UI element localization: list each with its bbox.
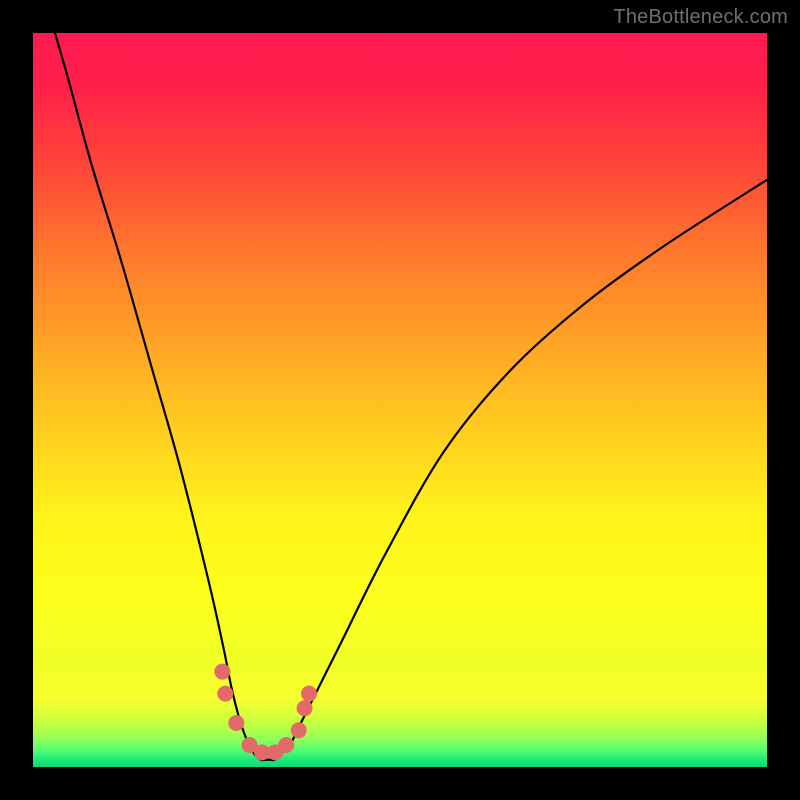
chart-frame: TheBottleneck.com xyxy=(0,0,800,800)
highlight-dot xyxy=(228,715,244,731)
highlight-dot xyxy=(278,737,294,753)
plot-area xyxy=(33,33,767,767)
highlight-dot xyxy=(214,664,230,680)
highlight-dot xyxy=(291,722,307,738)
curve-layer xyxy=(33,33,767,767)
highlight-dot xyxy=(301,686,317,702)
highlight-dot xyxy=(217,686,233,702)
highlight-dot xyxy=(297,700,313,716)
bottleneck-curve xyxy=(55,33,767,760)
watermark-text: TheBottleneck.com xyxy=(613,6,788,29)
